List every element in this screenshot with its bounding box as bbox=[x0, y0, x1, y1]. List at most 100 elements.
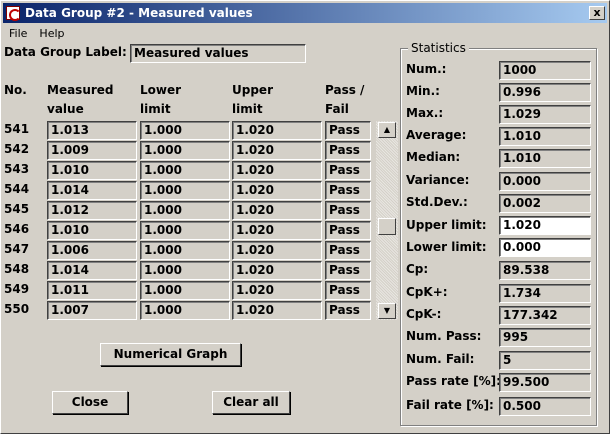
stat-label: Median: bbox=[406, 150, 461, 164]
header-measured-2: value bbox=[47, 102, 84, 116]
lower-limit-field[interactable]: 1.000 bbox=[140, 121, 230, 140]
upper-limit-field[interactable]: 1.020 bbox=[232, 221, 322, 240]
measured-value-field[interactable]: 1.007 bbox=[47, 301, 137, 320]
stat-variance-field: 0.000 bbox=[499, 172, 591, 191]
lower-limit-field[interactable]: 1.000 bbox=[140, 201, 230, 220]
vertical-scrollbar[interactable]: ▲ ▼ bbox=[376, 121, 398, 320]
stat-max-field: 1.029 bbox=[499, 105, 591, 124]
stat-label: Lower limit: bbox=[406, 240, 487, 254]
upper-limit-input[interactable]: 1.020 bbox=[499, 216, 591, 235]
pass-fail-field: Pass bbox=[325, 281, 371, 300]
header-no: No. bbox=[4, 83, 27, 97]
lower-limit-field[interactable]: 1.000 bbox=[140, 221, 230, 240]
pass-fail-field: Pass bbox=[325, 121, 371, 140]
close-window-button[interactable]: x bbox=[589, 6, 605, 20]
close-button[interactable]: Close bbox=[52, 391, 128, 414]
stat-label: CpK+: bbox=[406, 285, 448, 299]
lower-limit-field[interactable]: 1.000 bbox=[140, 301, 230, 320]
stat-cpk-plus-field: 1.734 bbox=[499, 284, 591, 303]
measured-value-field[interactable]: 1.009 bbox=[47, 141, 137, 160]
stat-num-pass-field: 995 bbox=[499, 328, 591, 347]
stat-pass-rate-field: 99.500 bbox=[499, 373, 591, 392]
scrollbar-thumb[interactable] bbox=[378, 218, 396, 235]
menu-file[interactable]: File bbox=[3, 27, 33, 40]
clear-all-button[interactable]: Clear all bbox=[212, 391, 290, 414]
header-pass-1: Pass / bbox=[325, 83, 365, 97]
stat-label: Average: bbox=[406, 128, 467, 142]
lower-limit-field[interactable]: 1.000 bbox=[140, 281, 230, 300]
measured-value-field[interactable]: 1.010 bbox=[47, 161, 137, 180]
stat-label: Pass rate [%]: bbox=[406, 374, 501, 388]
header-pass-2: Fail bbox=[325, 102, 349, 116]
measured-value-field[interactable]: 1.010 bbox=[47, 221, 137, 240]
measured-value-field[interactable]: 1.006 bbox=[47, 241, 137, 260]
upper-limit-field[interactable]: 1.020 bbox=[232, 241, 322, 260]
upper-limit-field[interactable]: 1.020 bbox=[232, 181, 322, 200]
stat-fail-rate-field: 0.500 bbox=[499, 397, 591, 416]
measured-value-field[interactable]: 1.014 bbox=[47, 261, 137, 280]
title-bar[interactable]: Data Group #2 - Measured values x bbox=[3, 3, 607, 23]
lower-limit-field[interactable]: 1.000 bbox=[140, 241, 230, 260]
stat-num-field: 1000 bbox=[499, 61, 591, 80]
stat-label: Min.: bbox=[406, 84, 440, 98]
stat-stddev-field: 0.002 bbox=[499, 194, 591, 213]
pass-fail-field: Pass bbox=[325, 301, 371, 320]
stat-min-field: 0.996 bbox=[499, 83, 591, 102]
lower-limit-input[interactable]: 0.000 bbox=[499, 238, 591, 257]
stat-label: Max.: bbox=[406, 106, 444, 120]
lower-limit-field[interactable]: 1.000 bbox=[140, 161, 230, 180]
header-measured-1: Measured bbox=[47, 83, 114, 97]
stat-label: Num. Pass: bbox=[406, 329, 482, 343]
row-number: 549 bbox=[4, 282, 30, 296]
lower-limit-field[interactable]: 1.000 bbox=[140, 181, 230, 200]
stat-label: Variance: bbox=[406, 173, 470, 187]
header-upper-2: limit bbox=[232, 102, 263, 116]
lower-limit-field[interactable]: 1.000 bbox=[140, 141, 230, 160]
numerical-graph-button[interactable]: Numerical Graph bbox=[100, 343, 241, 366]
pass-fail-field: Pass bbox=[325, 161, 371, 180]
pass-fail-field: Pass bbox=[325, 181, 371, 200]
stat-label: Upper limit: bbox=[406, 218, 487, 232]
measured-value-field[interactable]: 1.012 bbox=[47, 201, 137, 220]
stat-num-fail-field: 5 bbox=[499, 351, 591, 370]
lower-limit-field[interactable]: 1.000 bbox=[140, 261, 230, 280]
pass-fail-field: Pass bbox=[325, 141, 371, 160]
stat-label: Num. Fail: bbox=[406, 352, 475, 366]
measured-value-field[interactable]: 1.011 bbox=[47, 281, 137, 300]
menu-bar: File Help bbox=[3, 24, 607, 42]
statistics-title: Statistics bbox=[408, 41, 469, 55]
stat-median-field: 1.010 bbox=[499, 149, 591, 168]
row-number: 545 bbox=[4, 202, 30, 216]
stat-label: CpK-: bbox=[406, 307, 442, 321]
row-number: 550 bbox=[4, 302, 30, 316]
stat-label: Fail rate [%]: bbox=[406, 398, 494, 412]
pass-fail-field: Pass bbox=[325, 261, 371, 280]
stat-label: Cp: bbox=[406, 262, 429, 276]
upper-limit-field[interactable]: 1.020 bbox=[232, 201, 322, 220]
row-number: 544 bbox=[4, 182, 30, 196]
upper-limit-field[interactable]: 1.020 bbox=[232, 161, 322, 180]
data-group-label-field[interactable]: Measured values bbox=[130, 44, 306, 63]
measured-value-field[interactable]: 1.014 bbox=[47, 181, 137, 200]
scroll-down-icon[interactable]: ▼ bbox=[378, 303, 396, 319]
row-number: 543 bbox=[4, 162, 30, 176]
pass-fail-field: Pass bbox=[325, 241, 371, 260]
row-number: 547 bbox=[4, 242, 30, 256]
upper-limit-field[interactable]: 1.020 bbox=[232, 141, 322, 160]
window-title: Data Group #2 - Measured values bbox=[25, 6, 253, 20]
stat-label: Num.: bbox=[406, 62, 447, 76]
app-icon bbox=[6, 6, 21, 21]
row-number: 542 bbox=[4, 142, 30, 156]
stat-cp-field: 89.538 bbox=[499, 261, 591, 280]
data-group-label: Data Group Label: bbox=[4, 45, 127, 59]
upper-limit-field[interactable]: 1.020 bbox=[232, 121, 322, 140]
row-number: 546 bbox=[4, 222, 30, 236]
stat-average-field: 1.010 bbox=[499, 127, 591, 146]
scroll-up-icon[interactable]: ▲ bbox=[378, 122, 396, 138]
row-number: 541 bbox=[4, 122, 30, 136]
measured-value-field[interactable]: 1.013 bbox=[47, 121, 137, 140]
menu-help[interactable]: Help bbox=[33, 27, 70, 40]
upper-limit-field[interactable]: 1.020 bbox=[232, 261, 322, 280]
upper-limit-field[interactable]: 1.020 bbox=[232, 301, 322, 320]
upper-limit-field[interactable]: 1.020 bbox=[232, 281, 322, 300]
